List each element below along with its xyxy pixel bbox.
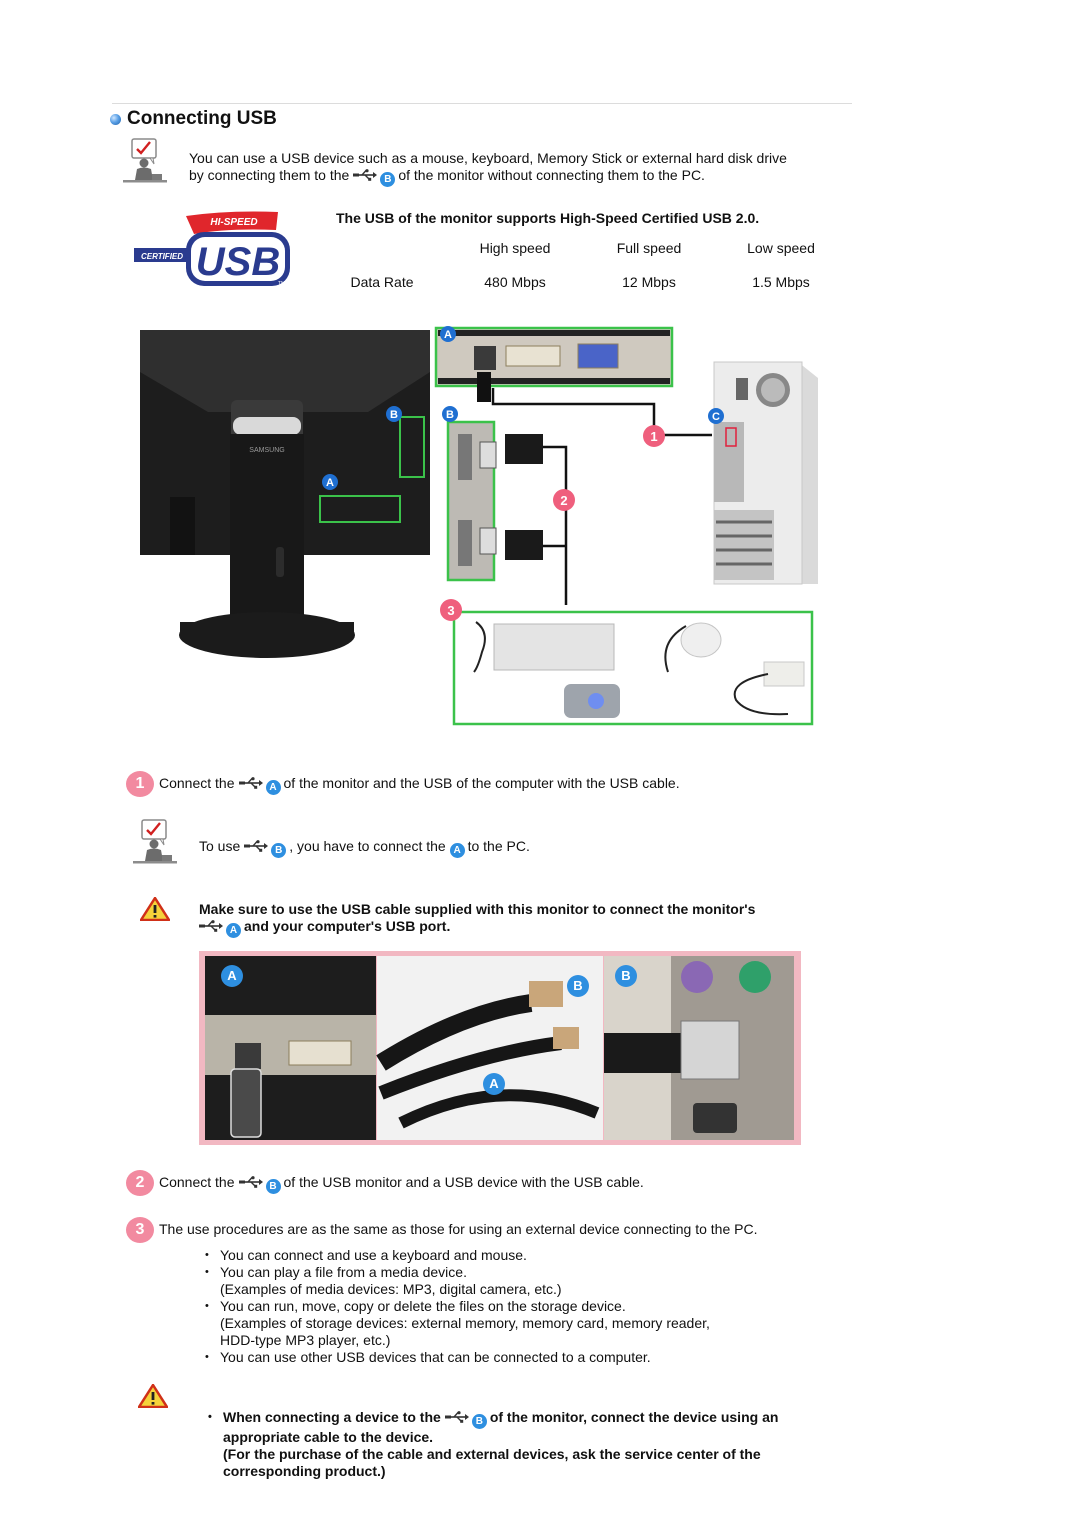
warning-icon: [138, 1384, 168, 1408]
column-header: High speed: [479, 240, 551, 256]
table-cell: 12 Mbps: [622, 274, 676, 290]
section-header: Connecting USB: [110, 108, 277, 130]
usb-trident-icon: [239, 777, 263, 789]
list-item: You can play a file from a media device.…: [205, 1264, 710, 1298]
logo-tm-text: TM: [278, 281, 285, 287]
usb-trident-icon: [353, 169, 377, 181]
monitor-back-illustration: SAMSUNG: [140, 330, 430, 658]
port-a-badge: A: [226, 923, 241, 938]
port-a-badge: A: [265, 780, 281, 795]
list-item: You can run, move, copy or delete the fi…: [205, 1298, 710, 1349]
usb-speed-heading: The USB of the monitor supports High-Spe…: [336, 210, 760, 226]
section-title: Connecting USB: [127, 108, 277, 129]
usb-cable-photos: [205, 956, 794, 1140]
bullet-icon: [110, 113, 121, 125]
note-icon: [120, 138, 170, 184]
port-a-badge: A: [449, 843, 465, 858]
step-1-text: Connect the Aof the monitor and the USB o…: [159, 775, 680, 795]
column-header: Full speed: [616, 240, 682, 256]
step-2-badge: 2: [126, 1170, 154, 1196]
photo-label-a: A: [221, 965, 243, 987]
logo-usb-text: USB: [196, 240, 280, 284]
row-label: Data Rate: [350, 274, 414, 290]
step-3-bullet-list: You can connect and use a keyboard and m…: [205, 1247, 710, 1366]
logo-hi-speed-text: HI-SPEED: [210, 217, 257, 228]
warning-line-2: Aand your computer's USB port.: [199, 918, 450, 938]
brand-label: SAMSUNG: [249, 447, 284, 454]
usb-connection-diagram: SAMSUNG A B A B C 1 2 3: [140, 326, 818, 726]
pc-tower-illustration: [713, 361, 818, 585]
photo-label-b: B: [567, 975, 589, 997]
port-b-badge: B: [265, 1179, 281, 1194]
svg-text:2: 2: [560, 493, 567, 508]
section-divider: [112, 103, 852, 104]
usb-trident-icon: [244, 840, 268, 852]
svg-text:B: B: [446, 409, 454, 421]
svg-text:3: 3: [447, 603, 454, 618]
svg-text:A: A: [326, 477, 334, 489]
step-1-badge: 1: [126, 771, 154, 797]
svg-text:1: 1: [650, 429, 657, 444]
usb-trident-icon: [445, 1411, 469, 1423]
step-3-text: The use procedures are as the same as th…: [159, 1221, 758, 1237]
warning-line-1: Make sure to use the USB cable supplied …: [199, 901, 756, 917]
note-icon: [130, 819, 180, 865]
monitor-port-panel-b: [446, 420, 543, 582]
intro-line-2: by connecting them to the Bof the monitor…: [189, 167, 705, 187]
svg-text:A: A: [444, 329, 452, 341]
list-item: When connecting a device to theBof the m…: [208, 1409, 778, 1480]
step-3-badge: 3: [126, 1217, 154, 1243]
warning-icon: [140, 897, 170, 921]
port-b-badge: B: [271, 843, 287, 858]
note-text: To use B, you have to connect the Ato the…: [199, 838, 530, 858]
hi-speed-usb-logo: HI-SPEED CERTIFIED USB TM: [134, 211, 290, 287]
usb-devices-panel: [452, 610, 814, 726]
port-b-badge: B: [471, 1414, 487, 1429]
usb-trident-icon: [239, 1176, 263, 1188]
port-b-badge: B: [380, 172, 396, 187]
list-item: You can use other USB devices that can b…: [205, 1349, 710, 1366]
table-cell: 480 Mbps: [484, 274, 546, 290]
list-item: You can connect and use a keyboard and m…: [205, 1247, 710, 1264]
intro-line-1: You can use a USB device such as a mouse…: [189, 150, 787, 166]
svg-text:B: B: [390, 409, 398, 421]
svg-text:C: C: [712, 411, 720, 423]
monitor-port-panel-a: [434, 326, 674, 402]
photo-label-b: B: [615, 965, 637, 987]
table-cell: 1.5 Mbps: [752, 274, 810, 290]
photo-label-a: A: [483, 1073, 505, 1095]
usb-cable-photo-strip: A B A B: [199, 951, 801, 1145]
usb-trident-icon: [199, 920, 223, 932]
step-2-text: Connect the Bof the USB monitor and a USB…: [159, 1174, 644, 1194]
warning-2-list: When connecting a device to theBof the m…: [208, 1409, 778, 1480]
logo-certified-text: CERTIFIED: [141, 252, 183, 261]
column-header: Low speed: [747, 240, 815, 256]
